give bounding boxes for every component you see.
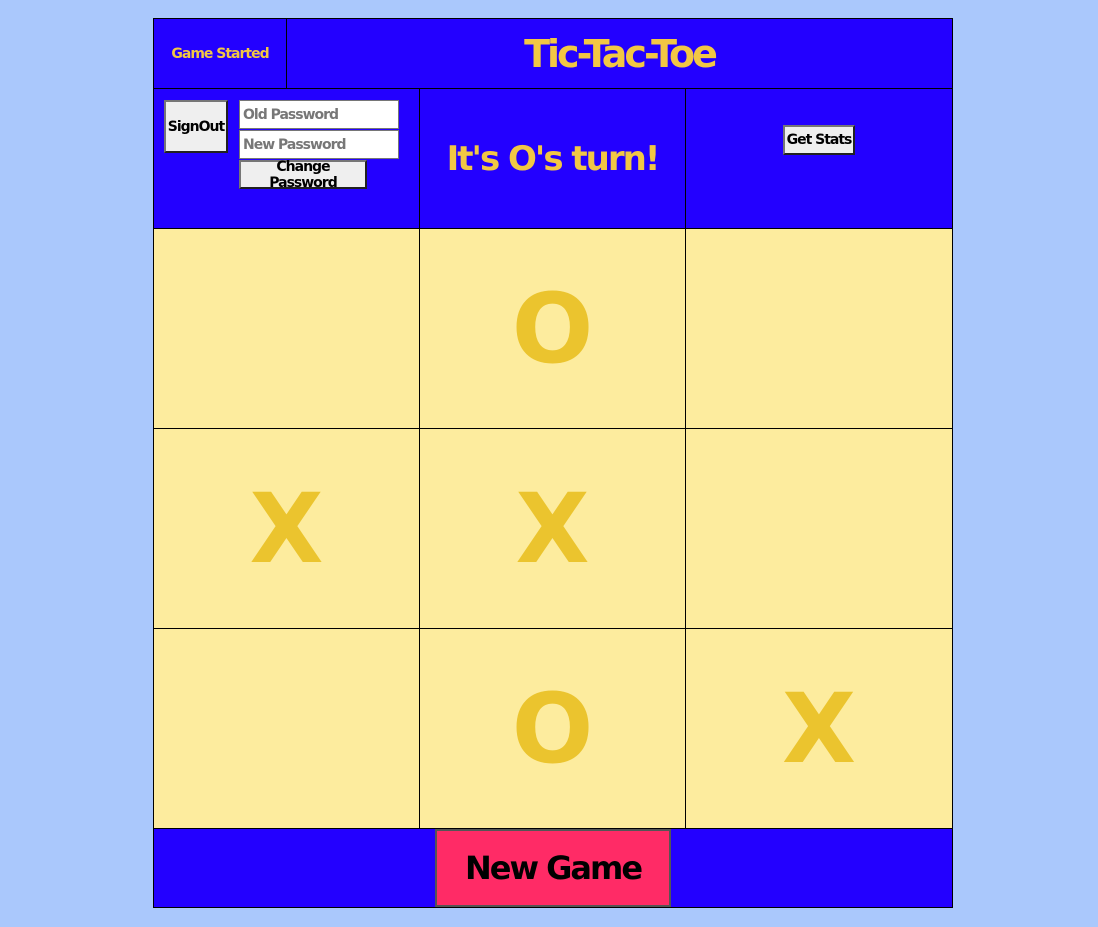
game-board: O X X O X: [154, 229, 952, 829]
new-game-button[interactable]: New Game: [435, 829, 671, 907]
stats-panel: Get Stats: [686, 89, 952, 228]
board-cell-3[interactable]: X: [154, 429, 420, 629]
sign-out-label-line1: Sign: [167, 118, 200, 135]
board-cell-0[interactable]: [154, 229, 420, 429]
account-panel: Sign Out Change Password: [154, 89, 420, 228]
footer-bar: New Game: [154, 829, 952, 907]
get-stats-button[interactable]: Get Stats: [783, 125, 855, 155]
board-cell-6[interactable]: [154, 629, 420, 829]
sign-out-button[interactable]: Sign Out: [164, 100, 228, 153]
turn-message: It's O's turn!: [420, 89, 686, 228]
board-cell-1[interactable]: O: [420, 229, 686, 429]
board-cell-2[interactable]: [686, 229, 952, 429]
controls-row: Sign Out Change Password It's O's turn! …: [154, 89, 952, 229]
game-status: Game Started: [154, 19, 287, 88]
header-bar: Game Started Tic-Tac-Toe: [154, 19, 952, 89]
tic-tac-toe-app: Game Started Tic-Tac-Toe Sign Out Change…: [153, 18, 953, 908]
sign-out-label-line2: Out: [198, 118, 226, 135]
board-cell-7[interactable]: O: [420, 629, 686, 829]
new-password-input[interactable]: [239, 130, 399, 159]
board-cell-4[interactable]: X: [420, 429, 686, 629]
old-password-input[interactable]: [239, 100, 399, 129]
page-title: Tic-Tac-Toe: [524, 31, 718, 76]
board-cell-5[interactable]: [686, 429, 952, 629]
board-cell-8[interactable]: X: [686, 629, 952, 829]
change-password-button[interactable]: Change Password: [239, 159, 367, 191]
